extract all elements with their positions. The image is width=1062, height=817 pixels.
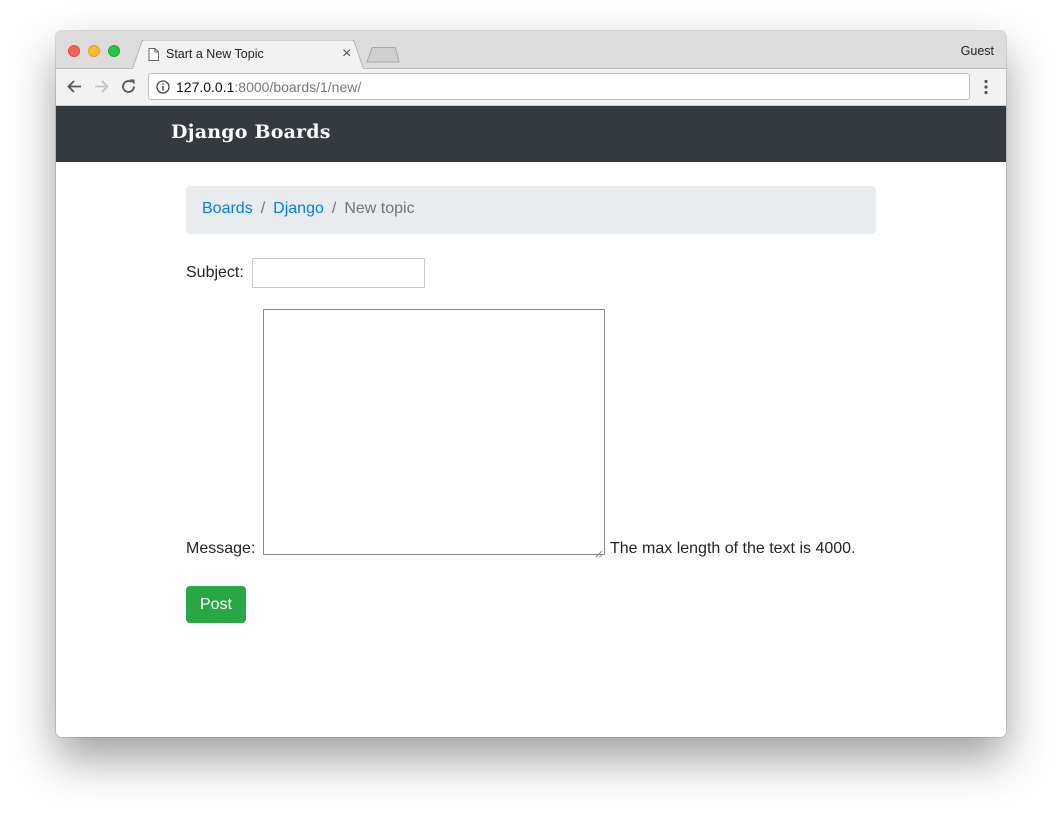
resize-handle-icon[interactable]	[595, 545, 603, 563]
window-minimize-button[interactable]	[88, 45, 100, 57]
tab-strip: Start a New Topic × Guest	[56, 31, 1006, 70]
new-tab-button[interactable]	[366, 47, 400, 68]
browser-window: Start a New Topic × Guest 127.0.0.1:8000…	[56, 31, 1006, 737]
breadcrumb-item-django[interactable]: Django	[273, 200, 324, 217]
reload-icon[interactable]	[120, 78, 137, 100]
message-help-text: The max length of the text is 4000.	[610, 540, 856, 557]
tab-start-new-topic[interactable]: Start a New Topic ×	[132, 40, 364, 70]
back-arrow-icon[interactable]	[66, 78, 83, 100]
message-label: Message:	[186, 540, 256, 557]
browser-menu-icon[interactable]	[984, 79, 988, 100]
subject-input[interactable]	[252, 258, 425, 288]
message-textarea[interactable]	[263, 309, 605, 555]
url-host: 127.0.0.1	[176, 79, 235, 95]
browser-toolbar: 127.0.0.1:8000/boards/1/new/	[56, 69, 1006, 106]
breadcrumb: Boards / Django / New topic	[186, 186, 876, 234]
profile-label[interactable]: Guest	[961, 44, 994, 58]
page-content: Django Boards Boards / Django / New topic Su…	[56, 106, 1006, 737]
document-icon	[148, 48, 159, 66]
address-bar[interactable]: 127.0.0.1:8000/boards/1/new/	[148, 73, 970, 100]
forward-arrow-icon[interactable]	[93, 78, 110, 100]
window-maximize-button[interactable]	[108, 45, 120, 57]
url-text[interactable]: 127.0.0.1:8000/boards/1/new/	[176, 79, 361, 95]
brand-link[interactable]: Django Boards	[171, 121, 331, 143]
breadcrumb-separator: /	[331, 200, 337, 217]
info-icon[interactable]	[156, 80, 170, 99]
subject-label: Subject:	[186, 264, 244, 281]
navbar: Django Boards	[56, 106, 1006, 162]
breadcrumb-item-boards[interactable]: Boards	[202, 200, 253, 217]
post-button[interactable]: Post	[186, 586, 246, 623]
url-path: :8000/boards/1/new/	[234, 79, 362, 95]
breadcrumb-separator: /	[260, 200, 266, 217]
window-close-button[interactable]	[68, 45, 80, 57]
tab-close-icon[interactable]: ×	[342, 46, 351, 62]
tab-title: Start a New Topic	[166, 47, 264, 61]
breadcrumb-item-active: New topic	[344, 200, 415, 217]
